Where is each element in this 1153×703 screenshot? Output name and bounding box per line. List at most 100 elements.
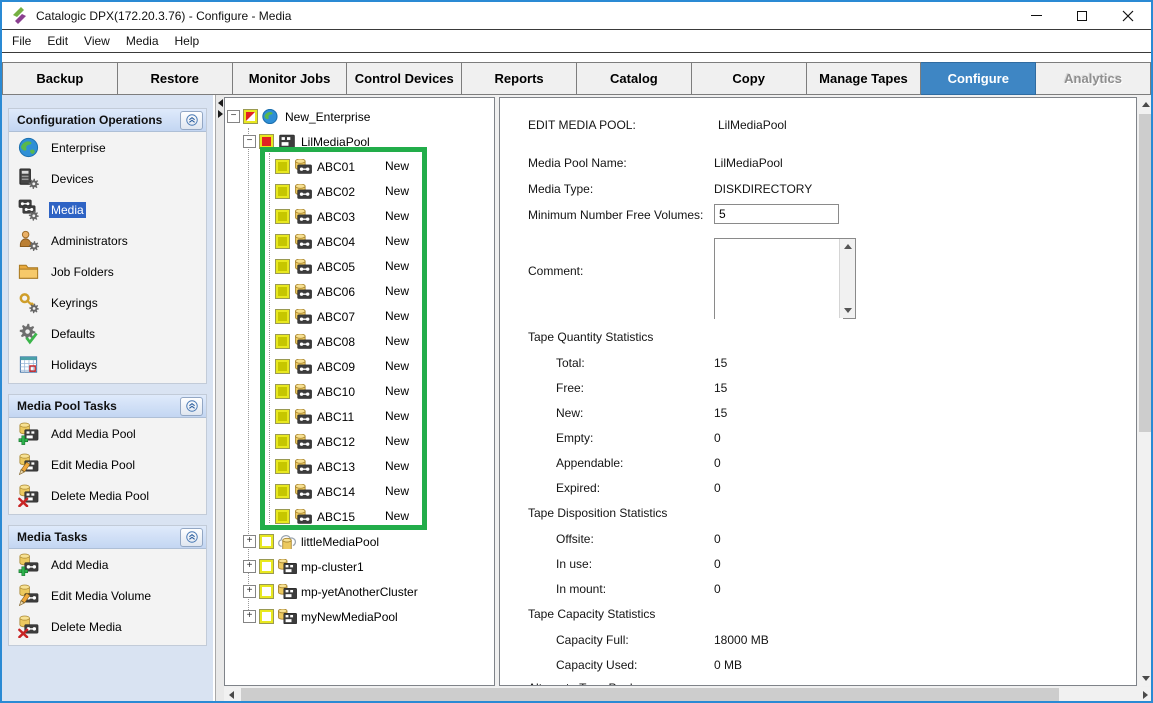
tree-checkbox[interactable] bbox=[276, 185, 289, 198]
collapse-group-button[interactable] bbox=[180, 528, 203, 547]
tree-row-abc12[interactable]: ABC12New bbox=[225, 429, 494, 454]
tree-row-abc10[interactable]: ABC10New bbox=[225, 379, 494, 404]
tab-copy[interactable]: Copy bbox=[692, 62, 807, 95]
sidebar-item-add-media-pool[interactable]: Add Media Pool bbox=[9, 418, 206, 449]
tree-row-littlemediapool[interactable]: + littleMediaPool bbox=[225, 529, 494, 554]
scroll-right-button[interactable] bbox=[1138, 687, 1153, 702]
tree-checkbox[interactable] bbox=[276, 410, 289, 423]
tree-row-abc09[interactable]: ABC09New bbox=[225, 354, 494, 379]
tree-checkbox[interactable] bbox=[260, 560, 273, 573]
tab-analytics[interactable]: Analytics bbox=[1036, 62, 1151, 95]
tree-row-new-enterprise[interactable]: −New_Enterprise bbox=[225, 104, 494, 129]
maximize-button[interactable] bbox=[1059, 2, 1105, 29]
tree-checkbox[interactable] bbox=[260, 610, 273, 623]
splitter-expand-right-icon[interactable] bbox=[218, 110, 223, 118]
splitter-collapse-left-icon[interactable] bbox=[218, 99, 223, 107]
tree-checkbox[interactable] bbox=[276, 435, 289, 448]
tree-row-mynewmediapool[interactable]: + myNewMediaPool bbox=[225, 604, 494, 629]
tree-checkbox[interactable] bbox=[276, 335, 289, 348]
tree-checkbox[interactable] bbox=[276, 285, 289, 298]
tab-control-devices[interactable]: Control Devices bbox=[347, 62, 462, 95]
tab-monitor-jobs[interactable]: Monitor Jobs bbox=[233, 62, 348, 95]
tree-row-abc13[interactable]: ABC13New bbox=[225, 454, 494, 479]
tree-row-abc01[interactable]: ABC01New bbox=[225, 154, 494, 179]
tree-checkbox[interactable] bbox=[260, 135, 273, 148]
tree-checkbox[interactable] bbox=[276, 210, 289, 223]
sidebar-item-delete-media-pool[interactable]: Delete Media Pool bbox=[9, 480, 206, 511]
tree-checkbox[interactable] bbox=[276, 235, 289, 248]
tree-checkbox[interactable] bbox=[260, 585, 273, 598]
window-controls bbox=[1013, 2, 1151, 29]
tree-checkbox[interactable] bbox=[276, 160, 289, 173]
tree-checkbox[interactable] bbox=[276, 460, 289, 473]
min-free-volumes-input[interactable] bbox=[714, 204, 839, 224]
tab-manage-tapes[interactable]: Manage Tapes bbox=[807, 62, 922, 95]
menu-view[interactable]: View bbox=[76, 31, 118, 51]
tree-row-abc02[interactable]: ABC02New bbox=[225, 179, 494, 204]
menu-file[interactable]: File bbox=[4, 31, 39, 51]
tree-row-abc03[interactable]: ABC03New bbox=[225, 204, 494, 229]
sidebar-item-enterprise[interactable]: Enterprise bbox=[9, 132, 206, 163]
tree-expander-minus-icon[interactable]: − bbox=[243, 135, 256, 148]
close-button[interactable] bbox=[1105, 2, 1151, 29]
scroll-down-icon[interactable] bbox=[844, 308, 852, 313]
tab-backup[interactable]: Backup bbox=[2, 62, 118, 95]
tab-configure[interactable]: Configure bbox=[921, 62, 1036, 95]
tree-row-lilmediapool[interactable]: − LilMediaPool bbox=[225, 129, 494, 154]
tree-row-abc08[interactable]: ABC08New bbox=[225, 329, 494, 354]
vertical-scroll-thumb[interactable] bbox=[1139, 114, 1152, 432]
comment-input[interactable] bbox=[715, 239, 843, 322]
tree-expander-plus-icon[interactable]: + bbox=[243, 560, 256, 573]
comment-scrollbar[interactable] bbox=[839, 239, 855, 318]
tree-row-abc11[interactable]: ABC11New bbox=[225, 404, 494, 429]
scroll-up-button[interactable] bbox=[1138, 97, 1153, 112]
sidebar-item-holidays[interactable]: Holidays bbox=[9, 349, 206, 380]
tab-restore[interactable]: Restore bbox=[118, 62, 233, 95]
tree-checkbox[interactable] bbox=[276, 260, 289, 273]
scroll-left-button[interactable] bbox=[224, 687, 239, 702]
tree-checkbox[interactable] bbox=[276, 360, 289, 373]
tree-expander-plus-icon[interactable]: + bbox=[243, 585, 256, 598]
panel-splitter[interactable] bbox=[215, 95, 224, 701]
collapse-group-button[interactable] bbox=[180, 397, 203, 416]
form-vertical-scrollbar[interactable] bbox=[1138, 97, 1153, 686]
sidebar-item-keyrings[interactable]: Keyrings bbox=[9, 287, 206, 318]
sidebar-item-media[interactable]: Media bbox=[9, 194, 206, 225]
scroll-down-button[interactable] bbox=[1138, 671, 1153, 686]
tree-checkbox[interactable] bbox=[260, 535, 273, 548]
tree-checkbox[interactable] bbox=[276, 385, 289, 398]
tree-row-mp-yetanothercluster[interactable]: + mp-yetAnotherCluster bbox=[225, 579, 494, 604]
tree-row-abc07[interactable]: ABC07New bbox=[225, 304, 494, 329]
tree-expander-minus-icon[interactable]: − bbox=[227, 110, 240, 123]
collapse-group-button[interactable] bbox=[180, 111, 203, 130]
tree-row-abc06[interactable]: ABC06New bbox=[225, 279, 494, 304]
tree-checkbox[interactable] bbox=[276, 310, 289, 323]
tree-expander-plus-icon[interactable]: + bbox=[243, 610, 256, 623]
sidebar-item-administrators[interactable]: Administrators bbox=[9, 225, 206, 256]
sidebar-item-defaults[interactable]: Defaults bbox=[9, 318, 206, 349]
scroll-up-icon[interactable] bbox=[844, 244, 852, 249]
menu-media[interactable]: Media bbox=[118, 31, 167, 51]
sidebar-item-add-media[interactable]: Add Media bbox=[9, 549, 206, 580]
tab-catalog[interactable]: Catalog bbox=[577, 62, 692, 95]
menu-help[interactable]: Help bbox=[167, 31, 208, 51]
tab-reports[interactable]: Reports bbox=[462, 62, 577, 95]
menu-edit[interactable]: Edit bbox=[39, 31, 76, 51]
tree-row-abc04[interactable]: ABC04New bbox=[225, 229, 494, 254]
tree-row-mp-cluster1[interactable]: + mp-cluster1 bbox=[225, 554, 494, 579]
sidebar-item-edit-media-volume[interactable]: Edit Media Volume bbox=[9, 580, 206, 611]
sidebar-item-devices[interactable]: Devices bbox=[9, 163, 206, 194]
tree-checkbox[interactable] bbox=[276, 510, 289, 523]
sidebar-item-delete-media[interactable]: Delete Media bbox=[9, 611, 206, 642]
workspace-horizontal-scrollbar[interactable] bbox=[224, 687, 1153, 702]
horizontal-scroll-thumb[interactable] bbox=[241, 688, 1059, 701]
tree-row-abc14[interactable]: ABC14New bbox=[225, 479, 494, 504]
minimize-button[interactable] bbox=[1013, 2, 1059, 29]
sidebar-item-job-folders[interactable]: Job Folders bbox=[9, 256, 206, 287]
tree-expander-plus-icon[interactable]: + bbox=[243, 535, 256, 548]
tree-checkbox[interactable] bbox=[244, 110, 257, 123]
tree-row-abc05[interactable]: ABC05New bbox=[225, 254, 494, 279]
tree-row-abc15[interactable]: ABC15New bbox=[225, 504, 494, 529]
tree-checkbox[interactable] bbox=[276, 485, 289, 498]
sidebar-item-edit-media-pool[interactable]: Edit Media Pool bbox=[9, 449, 206, 480]
